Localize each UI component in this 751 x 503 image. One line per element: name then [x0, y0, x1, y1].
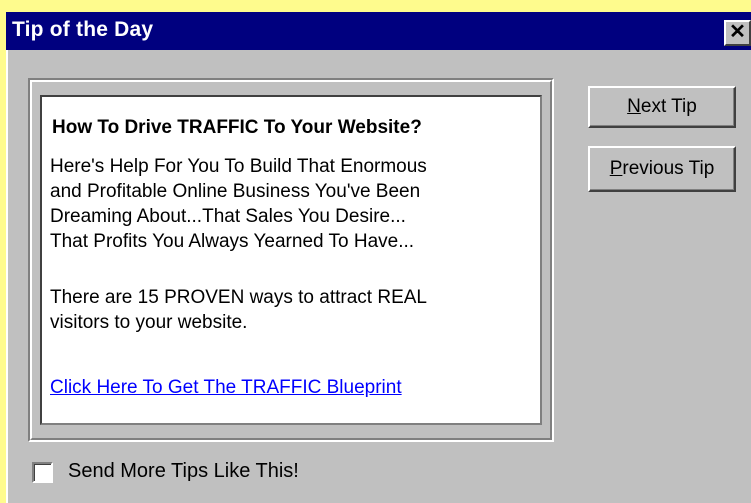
title-bar[interactable]: Tip of the Day ✕ — [6, 12, 751, 50]
previous-tip-button[interactable]: Previous Tip — [588, 146, 736, 192]
tip-of-the-day-dialog: Tip of the Day ✕ How To Drive TRAFFIC To… — [0, 0, 751, 503]
top-background-strip — [0, 0, 751, 12]
next-tip-mnemonic: N — [627, 96, 641, 117]
send-more-tips-checkbox[interactable] — [32, 462, 53, 483]
window-title: Tip of the Day — [12, 18, 154, 41]
tip-body-line: There are 15 PROVEN ways to attract REAL — [50, 287, 427, 308]
previous-tip-label: revious Tip — [622, 158, 715, 179]
tip-body-line: and Profitable Online Business You've Be… — [50, 181, 421, 202]
close-button[interactable]: ✕ — [724, 20, 751, 46]
tip-body-secondary: There are 15 PROVEN ways to attract REAL… — [50, 285, 536, 335]
tip-frame: How To Drive TRAFFIC To Your Website? He… — [28, 78, 554, 442]
send-more-tips-label[interactable]: Send More Tips Like This! — [68, 460, 299, 483]
close-icon: ✕ — [729, 21, 746, 43]
previous-tip-mnemonic: P — [609, 158, 623, 179]
tip-body-line: Here's Help For You To Build That Enormo… — [50, 156, 427, 177]
tip-body-line: That Profits You Always Yearned To Have.… — [50, 231, 415, 252]
tip-body-line: Dreaming About...That Sales You Desire..… — [50, 206, 406, 227]
next-tip-button[interactable]: Next Tip — [588, 86, 736, 128]
tip-body: Here's Help For You To Build That Enormo… — [50, 154, 536, 254]
tip-heading: How To Drive TRAFFIC To Your Website? — [52, 117, 422, 138]
tip-content-panel: How To Drive TRAFFIC To Your Website? He… — [40, 95, 542, 425]
traffic-blueprint-link[interactable]: Click Here To Get The TRAFFIC Blueprint — [50, 377, 402, 399]
tip-body-line: visitors to your website. — [50, 312, 248, 333]
next-tip-label: ext Tip — [640, 96, 697, 117]
window-border-highlight — [6, 50, 8, 503]
